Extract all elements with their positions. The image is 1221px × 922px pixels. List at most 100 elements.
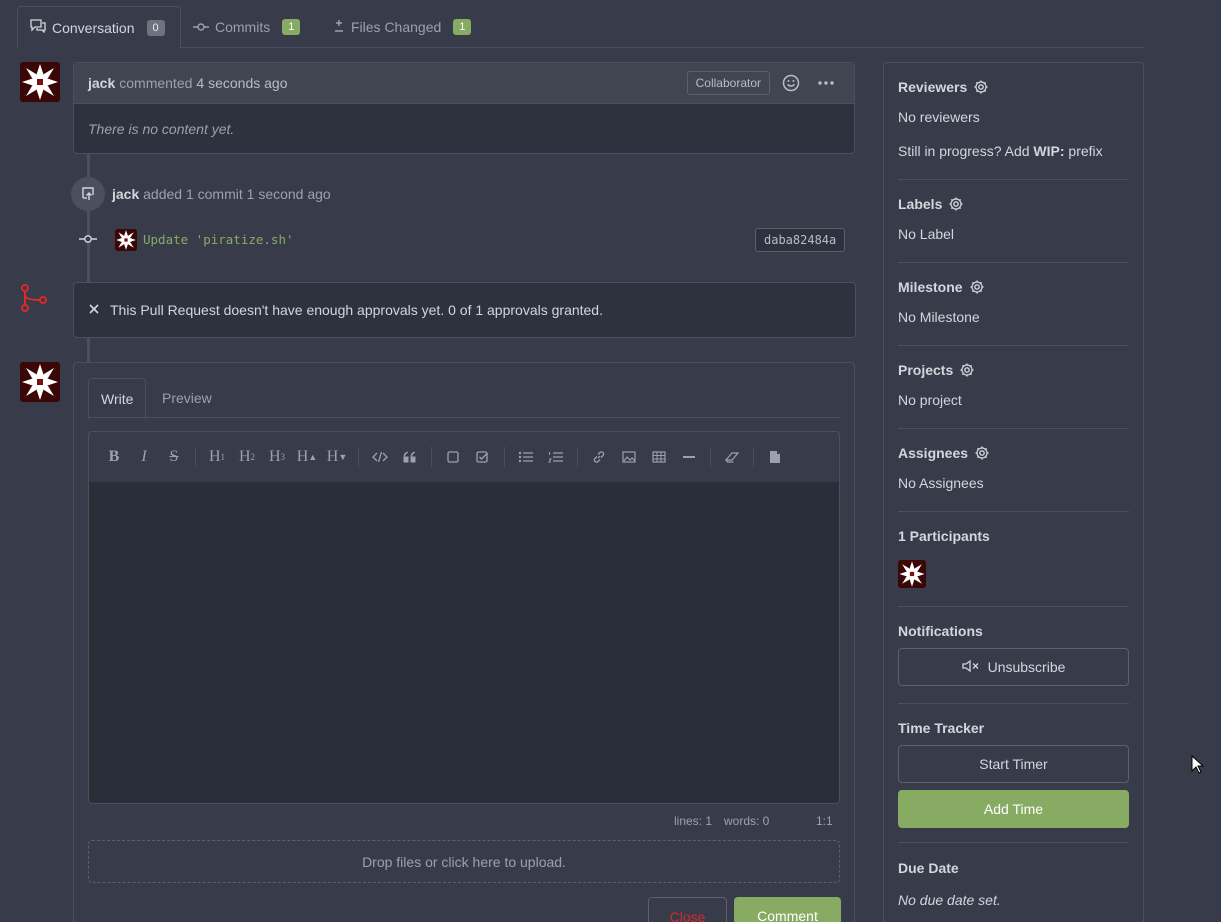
commit-icon (193, 19, 209, 35)
projects-section: Projects No project (898, 362, 1129, 408)
pull-request-icon (20, 283, 48, 316)
comment-box: jack commented 4 seconds ago Collaborato… (73, 62, 855, 154)
heading-3-icon[interactable]: H3 (262, 442, 292, 472)
bold-icon[interactable]: B (99, 442, 129, 472)
toolbar-divider (431, 447, 432, 467)
editor-tabs: Write Preview (88, 378, 840, 419)
due-date-value: No due date set. (898, 892, 1001, 908)
push-event-text: jack added 1 commit 1 second ago (112, 186, 331, 202)
labels-title[interactable]: Labels (898, 196, 1129, 212)
push-event-author[interactable]: jack (112, 186, 139, 202)
toolbar-divider (577, 447, 578, 467)
reaction-icon[interactable] (781, 73, 801, 93)
tab-preview[interactable]: Preview (150, 378, 224, 418)
editor-lines-count: lines: 1 (674, 814, 713, 828)
gear-icon[interactable] (969, 279, 985, 295)
heading-2-icon[interactable]: H2 (232, 442, 262, 472)
labels-title-label: Labels (898, 196, 943, 212)
start-timer-button[interactable]: Start Timer (898, 745, 1129, 783)
commit-sha[interactable]: daba82484a (755, 228, 846, 252)
gear-icon[interactable] (948, 196, 964, 212)
toolbar-divider (710, 447, 711, 467)
close-pr-button[interactable]: Close (648, 897, 727, 922)
toolbar-divider (504, 447, 505, 467)
due-date-title: Due Date (898, 860, 959, 876)
reviewers-title[interactable]: Reviewers (898, 79, 1129, 95)
avatar[interactable] (20, 362, 60, 402)
close-icon (88, 302, 100, 318)
tab-files-changed[interactable]: Files Changed 1 (333, 6, 472, 48)
more-options-icon[interactable] (816, 73, 836, 93)
unsubscribe-button[interactable]: Unsubscribe (898, 648, 1129, 686)
checkbox-empty-icon[interactable] (438, 442, 468, 472)
toolbar-divider (195, 447, 196, 467)
tab-commits[interactable]: Commits 1 (193, 6, 301, 48)
reviewers-value: No reviewers (898, 109, 980, 125)
merge-status-text: This Pull Request doesn't have enough ap… (110, 302, 603, 318)
file-dropzone[interactable]: Drop files or click here to upload. (88, 840, 840, 883)
quote-icon[interactable] (395, 442, 425, 472)
wip-hint: Still in progress? Add WIP: prefix (898, 143, 1129, 159)
assignees-title[interactable]: Assignees (898, 445, 1129, 461)
wip-hint-keyword[interactable]: WIP: (1033, 143, 1064, 159)
push-event-badge (71, 177, 105, 211)
sidebar-divider (898, 345, 1129, 346)
strikethrough-icon[interactable]: S (159, 442, 189, 472)
repo-push-icon (80, 185, 96, 204)
conversation-icon (30, 19, 46, 36)
code-icon[interactable] (365, 442, 395, 472)
italic-icon[interactable]: I (129, 442, 159, 472)
tab-write[interactable]: Write (88, 378, 147, 419)
sidebar-divider (898, 262, 1129, 263)
comment-form: Write Preview B I S H1 H2 H3 H ▲ H ▼ lin… (73, 362, 855, 922)
milestone-value: No Milestone (898, 309, 980, 325)
mouse-cursor-icon (1191, 754, 1205, 778)
time-tracker-title: Time Tracker (898, 720, 985, 736)
projects-value: No project (898, 392, 962, 408)
horizontal-rule-icon[interactable] (674, 442, 704, 472)
unordered-list-icon[interactable] (511, 442, 541, 472)
eraser-icon[interactable] (717, 442, 747, 472)
participant-avatar[interactable] (898, 560, 926, 588)
gear-icon[interactable] (974, 445, 990, 461)
avatar[interactable] (20, 62, 60, 102)
commit-dot-icon (79, 232, 97, 249)
checkbox-checked-icon[interactable] (468, 442, 498, 472)
ordered-list-icon[interactable] (541, 442, 571, 472)
participants-title: 1 Participants (898, 528, 990, 544)
table-icon[interactable] (644, 442, 674, 472)
comment-button[interactable]: Comment (734, 897, 841, 922)
milestone-title[interactable]: Milestone (898, 279, 1129, 295)
commit-author-avatar[interactable] (115, 229, 137, 251)
wip-hint-prefix: Still in progress? Add (898, 143, 1034, 159)
notifications-title: Notifications (898, 623, 983, 639)
link-icon[interactable] (584, 442, 614, 472)
role-badge: Collaborator (686, 71, 770, 95)
commit-message[interactable]: Update 'piratize.sh' (143, 232, 294, 247)
toolbar-divider (358, 447, 359, 467)
milestone-title-label: Milestone (898, 279, 963, 295)
reviewers-section: Reviewers No reviewers Still in progress… (898, 79, 1129, 159)
file-icon[interactable] (760, 442, 790, 472)
comment-author[interactable]: jack (88, 75, 115, 91)
wip-hint-suffix: prefix (1064, 143, 1103, 159)
heading-bigger-icon[interactable]: H ▲ (292, 442, 322, 472)
gear-icon[interactable] (959, 362, 975, 378)
sidebar-divider (898, 511, 1129, 512)
comment-action: commented (119, 75, 193, 91)
comment-textarea[interactable] (88, 482, 840, 804)
projects-title-label: Projects (898, 362, 954, 378)
sidebar-divider (898, 842, 1129, 843)
image-icon[interactable] (614, 442, 644, 472)
heading-smaller-icon[interactable]: H ▼ (322, 442, 352, 472)
tab-commits-count: 1 (282, 19, 301, 35)
push-event-description: added 1 commit 1 second ago (143, 186, 331, 202)
tab-commits-label: Commits (215, 19, 271, 35)
gear-icon[interactable] (973, 79, 989, 95)
tab-conversation[interactable]: Conversation 0 (17, 6, 181, 49)
projects-title[interactable]: Projects (898, 362, 1129, 378)
editor-toolbar: B I S H1 H2 H3 H ▲ H ▼ (88, 431, 840, 483)
comment-body: There is no content yet. (88, 121, 235, 137)
heading-1-icon[interactable]: H1 (202, 442, 232, 472)
add-time-button[interactable]: Add Time (898, 790, 1129, 828)
